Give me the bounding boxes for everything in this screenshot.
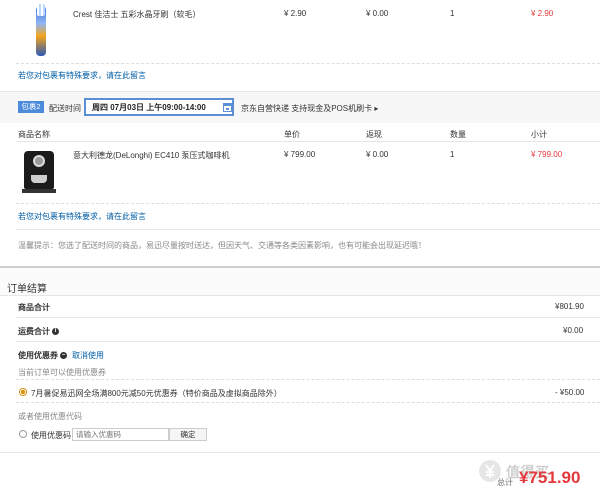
goods-total-value: ¥801.90 [555, 302, 584, 311]
product-discount-toothbrush: ¥ 0.00 [366, 9, 389, 18]
summary-title-bar [0, 268, 600, 295]
calendar-icon[interactable] [223, 103, 232, 112]
product-quantity-coffee-machine: 1 [450, 150, 455, 159]
coupon-confirm-button[interactable]: 确定 [169, 428, 207, 441]
delivery-tip: 温馨提示：您选了配送时间的商品，易迅尽量按时送达，但因天气、交通等各类因素影响，… [18, 241, 426, 250]
package1-remark-link[interactable]: 若您对包裹有特殊要求，请在此留言 [18, 70, 146, 81]
package2-remark-link[interactable]: 若您对包裹有特殊要求，请在此留言 [18, 211, 146, 222]
summary-title: 订单结算 [7, 284, 47, 295]
minus-circle-icon[interactable]: – [60, 352, 67, 360]
divider [16, 341, 600, 342]
toothbrush-head-image [37, 4, 45, 16]
coffee-machine-cup-image [31, 175, 47, 183]
delivery-time-label: 配送时间 [49, 104, 81, 113]
product-thumbnail-coffee-machine[interactable] [20, 145, 60, 197]
coffee-machine-dial-image [33, 155, 45, 167]
divider [16, 379, 600, 380]
product-name-coffee-machine[interactable]: 意大利德龙(DeLonghi) EC410 泵压式咖啡机 [73, 150, 229, 161]
divider [16, 229, 600, 230]
coupon-code-input[interactable] [72, 428, 169, 441]
delivery-date-value: 周四 07月03日 上午09:00-14:00 [92, 103, 206, 112]
product-price-toothbrush: ¥ 2.90 [284, 9, 307, 18]
package2-badge: 包裹2 [18, 101, 44, 113]
info-icon[interactable]: i [52, 328, 59, 336]
product-quantity-toothbrush: 1 [450, 9, 455, 18]
divider [16, 402, 600, 403]
product-subtotal-coffee-machine: ¥ 799.00 [531, 150, 563, 159]
product-price-coffee-machine: ¥ 799.00 [284, 150, 316, 159]
coupon-code-label[interactable]: 使用优惠码 [31, 430, 71, 441]
coupon-available-note: 当前订单可以使用优惠券 [18, 368, 106, 377]
column-header-subtotal: 小计 [531, 130, 547, 139]
divider [16, 317, 600, 318]
cancel-coupon-link[interactable]: 取消使用 [72, 350, 104, 361]
order-total-value: ¥751.90 [519, 468, 581, 487]
shipping-note: 京东自营快递 支持现金及POS机刷卡 ▸ [241, 104, 379, 113]
column-header-quantity: 数量 [450, 130, 466, 139]
product-discount-coffee-machine: ¥ 0.00 [366, 150, 389, 159]
order-total-label: 总计 [497, 478, 513, 487]
coupon-option-label[interactable]: 7月暑促易迅网全场满800元减50元优惠券（特价商品及虚拟商品除外） [31, 388, 282, 399]
delivery-date-picker[interactable]: 周四 07月03日 上午09:00-14:00 [84, 98, 234, 116]
shipping-total-value: ¥0.00 [563, 326, 584, 335]
divider [16, 203, 600, 204]
product-thumbnail-toothbrush[interactable] [20, 4, 60, 58]
coffee-machine-base-image [22, 189, 56, 193]
shipping-total-label: 运费合计 i [18, 326, 59, 337]
goods-total-label: 商品合计 [18, 303, 50, 312]
coupon-section-label: 使用优惠券 – [18, 350, 67, 361]
product-subtotal-toothbrush: ¥ 2.90 [531, 9, 554, 18]
coupon-code-radio[interactable] [19, 430, 27, 438]
divider [16, 63, 600, 64]
divider [0, 295, 600, 296]
coupon-option-radio[interactable] [19, 388, 27, 396]
column-header-price: 单价 [284, 130, 300, 139]
product-name-toothbrush[interactable]: Crest 佳洁士 五彩水晶牙刷（软毛） [73, 9, 201, 20]
coupon-section-label-text: 使用优惠券 [18, 351, 58, 360]
coupon-code-note: 或者使用优惠代码 [18, 412, 82, 421]
column-header-name: 商品名称 [18, 130, 50, 139]
divider [0, 452, 600, 453]
coupon-option-value: - ¥50.00 [555, 388, 585, 397]
shipping-total-label-text: 运费合计 [18, 327, 50, 336]
column-header-discount: 返现 [366, 130, 382, 139]
divider [16, 141, 600, 142]
